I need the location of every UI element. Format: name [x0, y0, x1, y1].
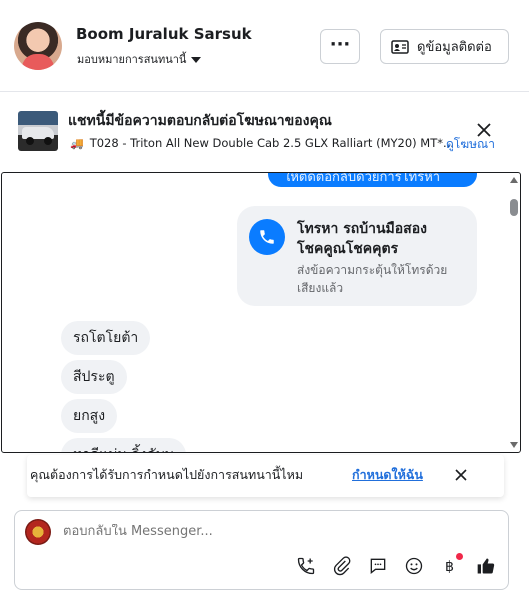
ad-thumbnail[interactable]	[18, 111, 58, 151]
more-options-button[interactable]: ···	[320, 29, 360, 64]
thread-scrollbar[interactable]	[507, 173, 520, 452]
outgoing-message-text: ให้ติดต่อกลับด้วยการโทรหา	[284, 172, 441, 185]
incoming-message: สีประตู	[61, 360, 127, 394]
page-avatar	[25, 519, 51, 545]
scroll-up-arrow-icon[interactable]	[510, 177, 518, 183]
call-prompt-title: โทรหา รถบ้านมือสอง โชคคูณโชคคุตร	[297, 219, 467, 259]
call-prompt-card[interactable]: โทรหา รถบ้านมือสอง โชคคูณโชคคุตร ส่งข้อค…	[237, 206, 477, 306]
incoming-message: ยกสูง	[61, 399, 118, 433]
incoming-message: หาดีแม่ม ลิ้งคับบ	[61, 438, 186, 452]
emoji-icon[interactable]	[403, 555, 425, 577]
close-reminder-icon[interactable]	[454, 467, 468, 486]
message-thread[interactable]: ให้ติดต่อกลับด้วยการโทรหา โทรหา รถบ้านมื…	[1, 172, 521, 453]
view-contact-label: ดูข้อมูลติดต่อ	[417, 40, 492, 55]
notification-dot	[456, 553, 463, 560]
attachment-icon[interactable]	[331, 555, 353, 577]
contact-card-icon	[391, 39, 409, 54]
svg-text:฿: ฿	[445, 559, 454, 575]
phone-icon	[249, 219, 285, 255]
caret-down-icon	[191, 57, 202, 63]
assign-label: มอบหมายการสนทนานี้	[77, 53, 187, 66]
call-subtitle-line-1: ส่งข้อความกระตุ้นให้โทรด้วย	[297, 263, 448, 277]
assign-to-me-link[interactable]: กำหนดให้ฉัน	[352, 465, 423, 485]
ad-product-name: T028 - Triton All New Double Cab 2.5 GLX…	[89, 136, 454, 150]
call-title-line-2: โชคคูณโชคคุตร	[297, 241, 399, 257]
user-name[interactable]: Boom Juraluk Sarsuk	[76, 25, 252, 43]
view-contact-button[interactable]: ดูข้อมูลติดต่อ	[380, 29, 509, 64]
ad-product-line: 🚚 T028 - Triton All New Double Cab 2.5 G…	[70, 136, 454, 150]
assign-reminder-text: คุณต้องการได้รับการกำหนดไปยังการสนทนานี้…	[30, 467, 304, 482]
truck-icon: 🚚	[70, 136, 84, 150]
reply-input[interactable]	[63, 524, 483, 539]
call-prompt-subtitle: ส่งข้อความกระตุ้นให้โทรด้วย เสียงแล้ว	[297, 261, 467, 297]
close-banner-icon[interactable]	[476, 122, 492, 142]
outgoing-message-bubble: ให้ติดต่อกลับด้วยการโทรหา	[268, 172, 477, 187]
scroll-down-arrow-icon[interactable]	[510, 442, 518, 448]
ad-banner-title: แชทนี้มีข้อความตอบกลับต่อโฆษณาของคุณ	[68, 113, 332, 129]
conversation-header: Boom Juraluk Sarsuk มอบหมายการสนทนานี้ ·…	[0, 0, 529, 92]
incoming-message: รถโตโยต้า	[61, 321, 151, 355]
assign-reminder-bar: คุณต้องการได้รับการกำหนดไปยังการสนทนานี้…	[27, 455, 504, 497]
user-avatar[interactable]	[14, 22, 62, 70]
message-composer: ฿	[14, 510, 509, 590]
saved-replies-icon[interactable]	[367, 555, 389, 577]
assign-conversation-dropdown[interactable]: มอบหมายการสนทนานี้	[77, 50, 202, 68]
call-title-line-1: โทรหา รถบ้านมือสอง	[297, 221, 427, 237]
add-call-icon[interactable]	[295, 555, 317, 577]
call-subtitle-line-2: เสียงแล้ว	[297, 281, 344, 295]
like-icon[interactable]	[475, 555, 497, 577]
ad-reply-banner: แชทนี้มีข้อความตอบกลับต่อโฆษณาของคุณ 🚚 T…	[0, 92, 529, 172]
scrollbar-thumb[interactable]	[510, 199, 518, 216]
